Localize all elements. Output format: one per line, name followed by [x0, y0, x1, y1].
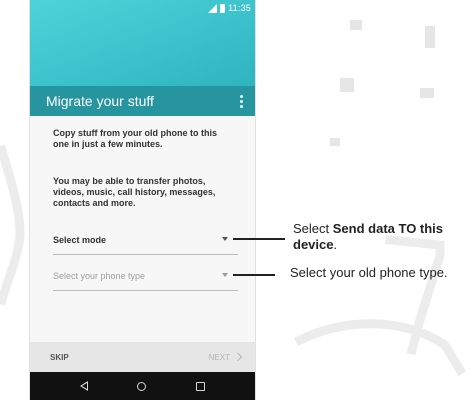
transfer-info-text: You may be able to transfer photos, vide… — [53, 176, 216, 208]
dropdown-arrow-icon — [222, 237, 228, 241]
select-mode-value: Select mode — [53, 235, 107, 245]
nav-home-icon[interactable] — [137, 381, 147, 391]
status-time: 11:35 — [228, 3, 251, 13]
callout-line-1 — [233, 238, 285, 240]
callout-phone-type: Select your old phone type. — [290, 265, 448, 280]
chevron-right-icon — [233, 352, 243, 362]
navigation-bar — [30, 372, 255, 400]
app-bar: Migrate your stuff — [30, 86, 255, 116]
callout-line-2 — [233, 274, 275, 276]
page-title: Migrate your stuff — [46, 93, 154, 109]
phone-type-placeholder: Select your phone type — [53, 271, 146, 281]
signal-icon — [208, 3, 218, 13]
callout-1-suffix: . — [333, 237, 338, 252]
callout-send-data: Select Send data TO this device. — [293, 221, 463, 253]
status-bar: 11:35 — [30, 0, 255, 16]
select-mode-dropdown[interactable]: Select mode — [53, 228, 238, 255]
bottom-action-bar: SKIP NEXT — [30, 342, 255, 372]
intro-text: Copy stuff from your old phone to this o… — [53, 128, 217, 149]
content-area: Copy stuff from your old phone to this o… — [30, 116, 255, 342]
battery-icon — [220, 3, 226, 13]
phone-type-dropdown[interactable]: Select your phone type — [53, 264, 238, 291]
nav-back-icon[interactable] — [79, 381, 88, 391]
nav-recents-icon[interactable] — [196, 381, 206, 391]
next-button[interactable]: NEXT — [208, 352, 243, 362]
callout-1-prefix: Select — [293, 221, 333, 236]
next-label: NEXT — [208, 352, 230, 362]
skip-button[interactable]: SKIP — [50, 353, 69, 362]
dropdown-arrow-icon — [222, 273, 228, 277]
overflow-menu-icon[interactable] — [240, 94, 243, 108]
phone-screen: 11:35 Migrate your stuff Copy stuff from… — [30, 0, 255, 400]
